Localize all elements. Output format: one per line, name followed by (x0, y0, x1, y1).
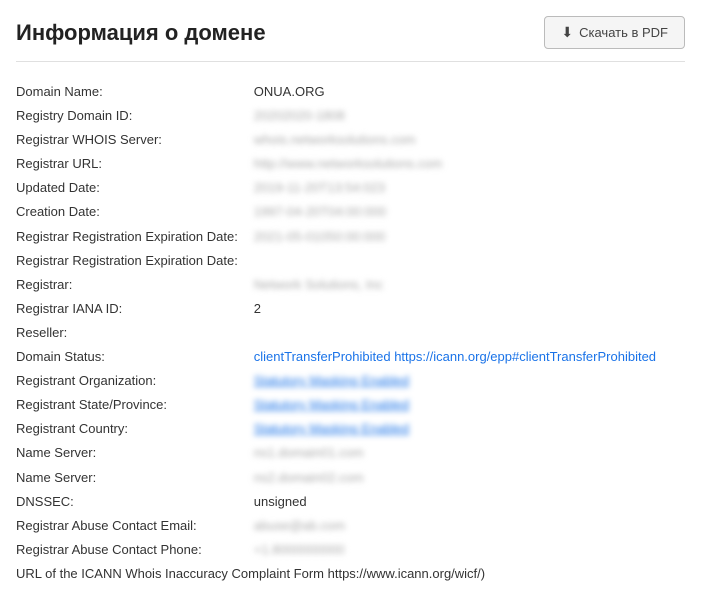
field-label: Registrant State/Province: (16, 393, 254, 417)
field-value: 1997-04-20T04:00:000 (254, 200, 685, 224)
field-label: Reseller: (16, 321, 254, 345)
table-row: URL of the ICANN Whois Inaccuracy Compla… (16, 562, 685, 586)
field-value: 2021-05-01050:00:000 (254, 225, 685, 249)
whois-content: Domain Name:ONUA.ORGRegistry Domain ID:2… (16, 80, 685, 586)
field-label: Updated Date: (16, 176, 254, 200)
field-label: Domain Status: (16, 345, 254, 369)
download-pdf-button[interactable]: ⬇ Скачать в PDF (544, 16, 685, 49)
table-row: Updated Date:2019-11-20T13:54:023 (16, 176, 685, 200)
field-value: unsigned (254, 490, 685, 514)
field-label: Name Server: (16, 466, 254, 490)
field-value: 2 (254, 297, 685, 321)
table-row: Registrant State/Province:Statutory Mask… (16, 393, 685, 417)
field-label: Registrar Registration Expiration Date: (16, 249, 254, 273)
table-row: Registrar:Network Solutions, Inc (16, 273, 685, 297)
field-value: ONUA.ORG (254, 80, 685, 104)
field-value: Statutory Masking Enabled (254, 369, 685, 393)
field-value: abuse@ab.com (254, 514, 685, 538)
field-value: 20202020-1808 (254, 104, 685, 128)
field-label: URL of the ICANN Whois Inaccuracy Compla… (16, 562, 685, 586)
field-label: Registrar Abuse Contact Email: (16, 514, 254, 538)
field-value: +1.8000000000 (254, 538, 685, 562)
field-label: Domain Name: (16, 80, 254, 104)
field-value: Statutory Masking Enabled (254, 393, 685, 417)
field-value: http://www.networksolutions.com (254, 152, 685, 176)
field-label: Registrar: (16, 273, 254, 297)
whois-table: Domain Name:ONUA.ORGRegistry Domain ID:2… (16, 80, 685, 586)
field-label: Registrar IANA ID: (16, 297, 254, 321)
table-row: Registrar Abuse Contact Email:abuse@ab.c… (16, 514, 685, 538)
field-label: Registrant Organization: (16, 369, 254, 393)
field-value: Statutory Masking Enabled (254, 417, 685, 441)
field-label: Name Server: (16, 441, 254, 465)
field-label: Registrar WHOIS Server: (16, 128, 254, 152)
table-row: Name Server:ns2.domain02.com (16, 466, 685, 490)
field-value: Network Solutions, Inc (254, 273, 685, 297)
download-label: Скачать в PDF (579, 25, 668, 40)
table-row: Domain Status:clientTransferProhibited h… (16, 345, 685, 369)
field-label: Creation Date: (16, 200, 254, 224)
table-row: Registrar URL:http://www.networksolution… (16, 152, 685, 176)
table-row: Registrant Organization:Statutory Maskin… (16, 369, 685, 393)
table-row: Registrar WHOIS Server:whois.networksolu… (16, 128, 685, 152)
table-row: Creation Date:1997-04-20T04:00:000 (16, 200, 685, 224)
field-label: Registrar Abuse Contact Phone: (16, 538, 254, 562)
page-header: Информация о домене ⬇ Скачать в PDF (16, 16, 685, 62)
table-row: Registrant Country:Statutory Masking Ena… (16, 417, 685, 441)
field-value: whois.networksolutions.com (254, 128, 685, 152)
table-row: Reseller: (16, 321, 685, 345)
field-label: Registrant Country: (16, 417, 254, 441)
field-value (254, 249, 685, 273)
field-value (254, 321, 685, 345)
field-label: Registrar URL: (16, 152, 254, 176)
table-row: Domain Name:ONUA.ORG (16, 80, 685, 104)
download-icon: ⬇ (561, 24, 573, 41)
field-label: Registry Domain ID: (16, 104, 254, 128)
table-row: Registrar IANA ID:2 (16, 297, 685, 321)
field-value: ns1.domain01.com (254, 441, 685, 465)
table-row: Registry Domain ID:20202020-1808 (16, 104, 685, 128)
table-row: Registrar Abuse Contact Phone:+1.8000000… (16, 538, 685, 562)
table-row: Registrar Registration Expiration Date: (16, 249, 685, 273)
field-label: Registrar Registration Expiration Date: (16, 225, 254, 249)
field-label: DNSSEC: (16, 490, 254, 514)
page-title: Информация о домене (16, 20, 266, 46)
table-row: Name Server:ns1.domain01.com (16, 441, 685, 465)
table-row: Registrar Registration Expiration Date:2… (16, 225, 685, 249)
field-value: ns2.domain02.com (254, 466, 685, 490)
table-row: DNSSEC:unsigned (16, 490, 685, 514)
field-value: clientTransferProhibited https://icann.o… (254, 345, 685, 369)
field-value: 2019-11-20T13:54:023 (254, 176, 685, 200)
